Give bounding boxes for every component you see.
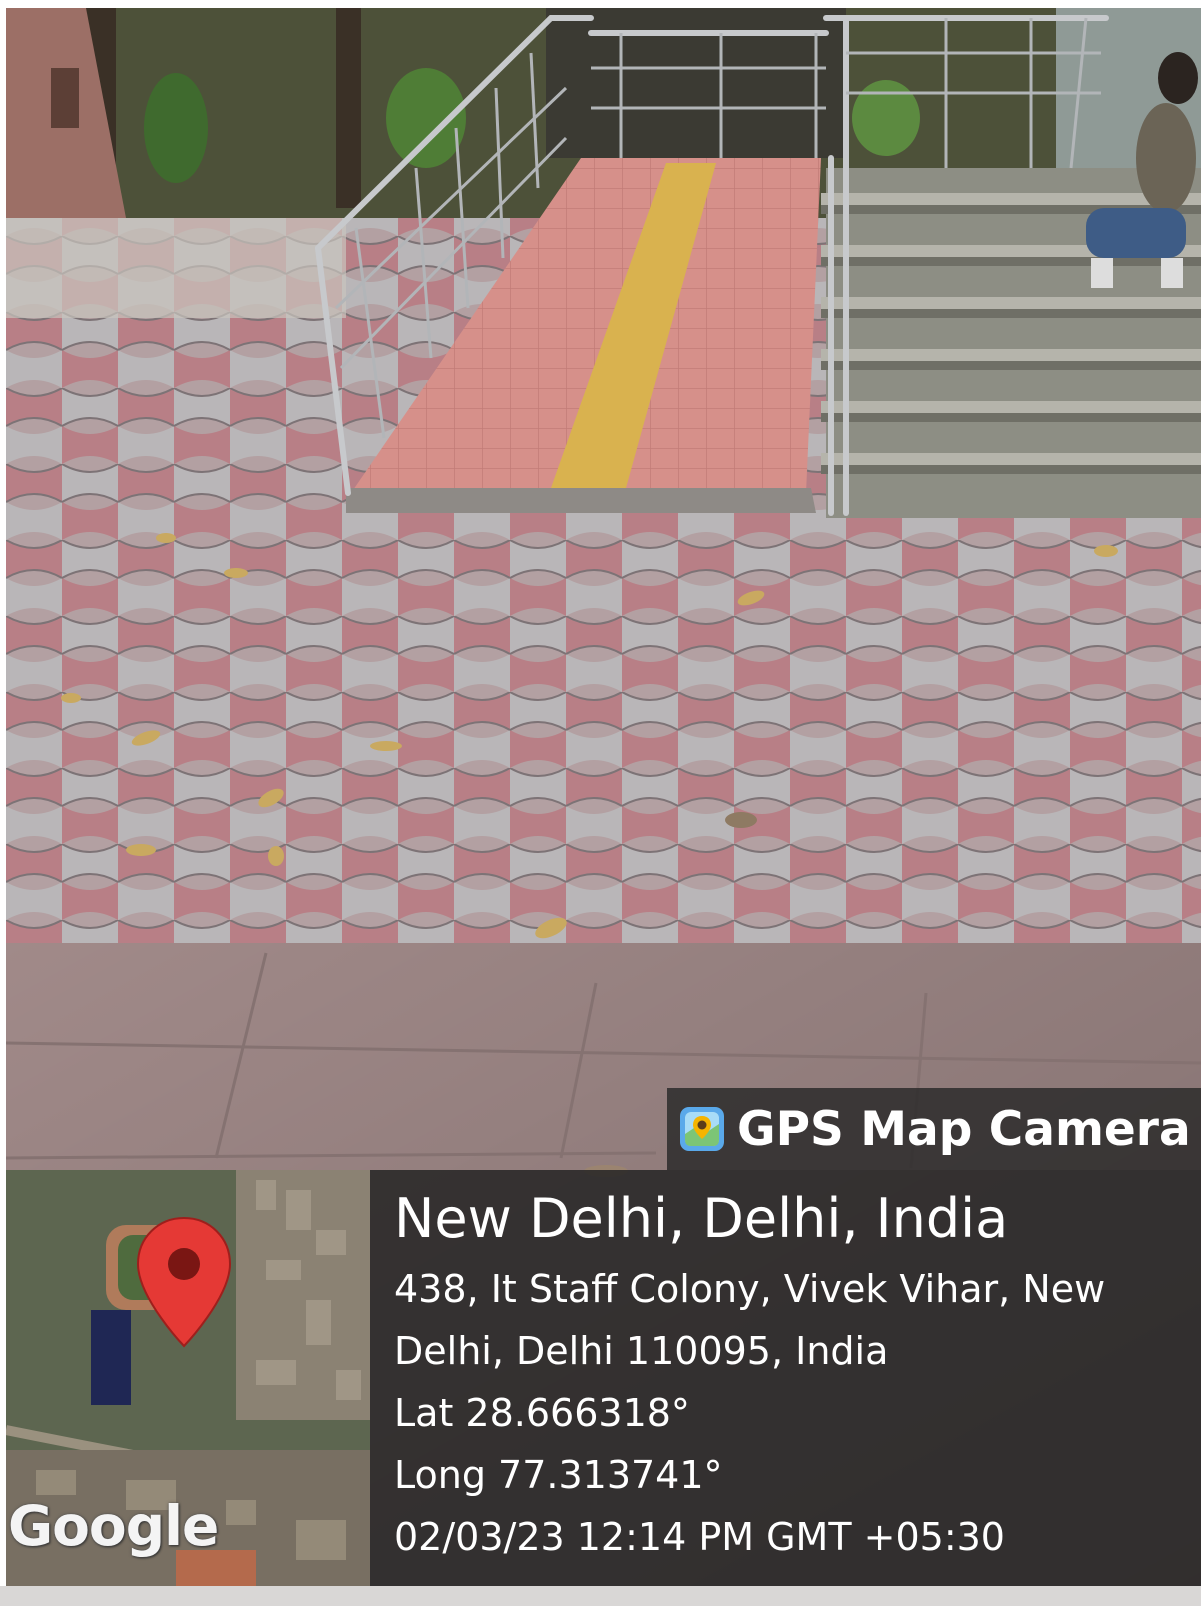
map-thumbnail: Google xyxy=(6,1170,370,1586)
app-name-label: GPS Map Camera xyxy=(737,1101,1191,1157)
google-logo: Google xyxy=(8,1494,219,1558)
timestamp-label: 02/03/23 12:14 PM GMT +05:30 xyxy=(394,1515,1005,1559)
address-line-1: 438, It Staff Colony, Vivek Vihar, New xyxy=(394,1267,1106,1311)
longitude-label: Long 77.313741° xyxy=(394,1453,723,1497)
geotag-panel: Google New Delhi, Delhi, India 438, It S… xyxy=(6,1170,1201,1586)
gps-map-camera-icon xyxy=(680,1107,724,1151)
bottom-strip xyxy=(0,1586,1201,1606)
latitude-label: Lat 28.666318° xyxy=(394,1391,690,1435)
address-line-2: Delhi, Delhi 110095, India xyxy=(394,1329,889,1373)
gps-map-camera-badge: GPS Map Camera xyxy=(667,1088,1201,1170)
location-title: New Delhi, Delhi, India xyxy=(394,1187,1009,1250)
location-info: New Delhi, Delhi, India 438, It Staff Co… xyxy=(394,1188,1193,1568)
